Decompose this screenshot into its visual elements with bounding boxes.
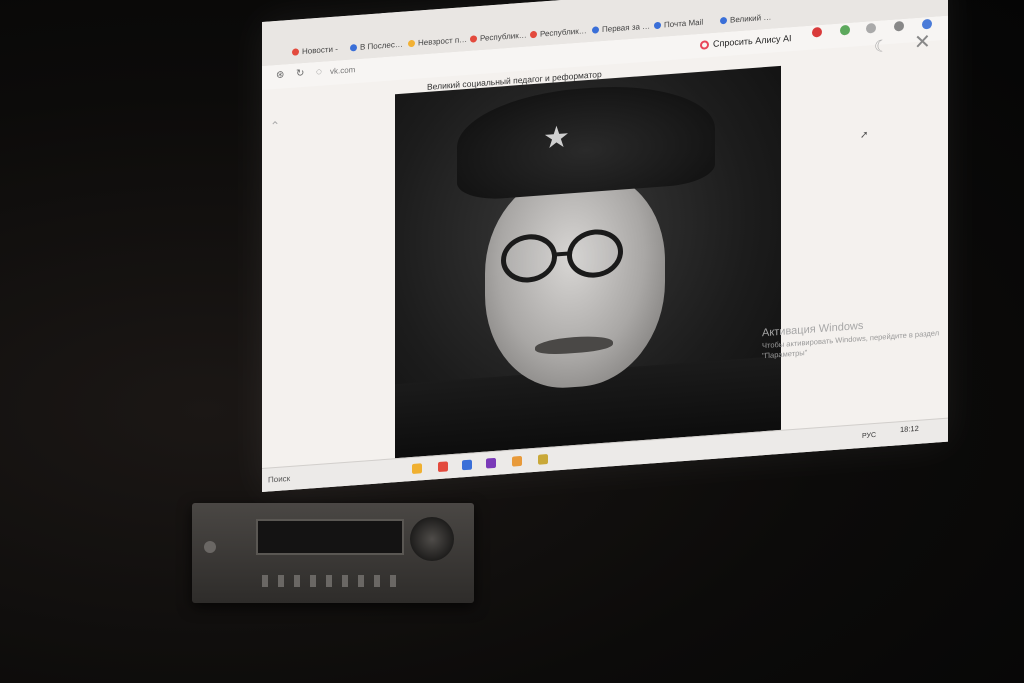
browser-tab[interactable]: В Послес… <box>350 36 403 56</box>
word-icon[interactable] <box>462 459 472 471</box>
cap <box>457 78 715 202</box>
url-text[interactable]: vk.com <box>330 65 355 76</box>
mouse-cursor-icon: ➚ <box>860 129 869 142</box>
windows-activation-watermark: Активация Windows Чтобы активировать Win… <box>762 313 948 360</box>
tab-label: Невзрост п… <box>418 34 468 48</box>
browser-tab[interactable]: Почта Mail <box>654 14 703 34</box>
star-badge-icon: ★ <box>543 120 570 156</box>
tab-label: Великий … <box>730 12 772 25</box>
av-receiver <box>192 503 474 603</box>
clock[interactable]: 18:12 <box>900 424 919 434</box>
tab-label: Республик… <box>480 30 527 43</box>
tab-label: Республик… <box>540 25 587 39</box>
tab-favicon-icon <box>292 47 299 56</box>
browser-icon[interactable] <box>486 457 496 469</box>
moon-icon[interactable]: ☾ <box>874 36 888 57</box>
browser-tab[interactable]: Республик… <box>470 27 527 47</box>
browser-tab-active[interactable]: Великий … <box>720 9 771 29</box>
portrait-photo: ★ <box>395 65 781 467</box>
projected-screen: Новости - В Послес… Невзрост п… Республи… <box>262 0 948 493</box>
receiver-display <box>256 519 404 555</box>
tab-favicon-icon <box>350 43 357 52</box>
chevron-up-icon[interactable]: ⌃ <box>270 119 280 134</box>
tab-label: Новости - <box>302 43 338 56</box>
close-icon[interactable]: ✕ <box>914 29 931 55</box>
app-icon[interactable] <box>538 453 548 465</box>
power-button <box>204 541 216 553</box>
tab-favicon-icon <box>592 25 599 34</box>
browser-tab[interactable]: Новости - <box>292 40 338 59</box>
face <box>485 166 665 394</box>
tab-label: В Послес… <box>360 39 403 52</box>
yandex-icon[interactable] <box>438 461 448 473</box>
reload-icon[interactable]: ↻ <box>296 68 304 80</box>
receiver-buttons <box>262 575 402 587</box>
tab-favicon-icon <box>530 30 537 38</box>
browser-tab[interactable]: Республик… <box>530 22 587 42</box>
volume-knob <box>410 517 454 561</box>
browser-tab[interactable]: Первая за … <box>592 17 650 37</box>
tab-label: Почта Mail <box>664 17 704 29</box>
file-explorer-icon[interactable] <box>412 463 422 474</box>
browser-tab[interactable]: Невзрост п… <box>408 31 467 51</box>
taskbar-search[interactable]: Поиск <box>268 474 290 485</box>
tab-label: Первая за … <box>602 20 651 34</box>
language-indicator[interactable]: РУС <box>862 432 876 440</box>
lock-icon: ◌ <box>316 66 322 79</box>
tab-favicon-icon <box>470 34 477 43</box>
tab-favicon-icon <box>408 39 415 47</box>
shield-icon[interactable]: ⊛ <box>276 69 284 81</box>
app-icon[interactable] <box>512 455 522 467</box>
tab-favicon-icon <box>720 16 727 24</box>
alice-icon <box>700 39 709 50</box>
tab-favicon-icon <box>654 21 661 29</box>
